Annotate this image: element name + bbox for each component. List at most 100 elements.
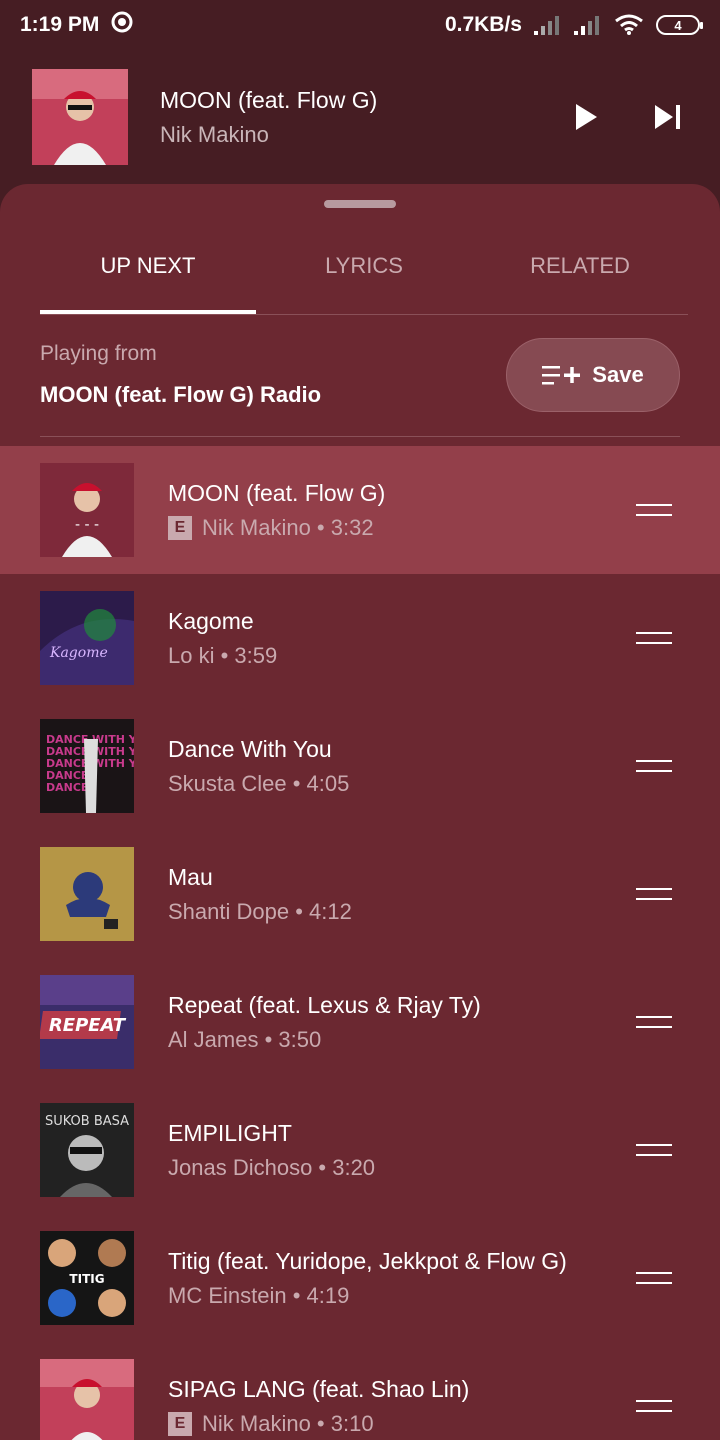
wifi-icon bbox=[614, 14, 644, 36]
track-thumbnail bbox=[40, 1359, 134, 1440]
track-subtitle: Jonas Dichoso • 3:20 bbox=[168, 1155, 636, 1181]
track-text: EMPILIGHT Jonas Dichoso • 3:20 bbox=[168, 1120, 636, 1181]
sheet-drag-handle[interactable] bbox=[324, 200, 396, 208]
status-bar: 1:19 PM 0.7KB/s 4 bbox=[0, 0, 720, 50]
album-art bbox=[32, 69, 128, 165]
svg-text:DANCE: DANCE bbox=[46, 781, 88, 794]
queue-row[interactable]: DANCEDANCEDANCEDANCEDANCEWITH YOUWITH YO… bbox=[0, 702, 720, 830]
now-playing-sheet: UP NEXT LYRICS RELATED Playing from MOON… bbox=[0, 184, 720, 1440]
track-subtitle: E Nik Makino • 3:32 bbox=[168, 515, 636, 541]
drag-handle-icon[interactable] bbox=[636, 1258, 676, 1298]
track-artist-duration: Shanti Dope • 4:12 bbox=[168, 898, 352, 924]
track-artist-duration: Nik Makino • 3:10 bbox=[202, 1410, 374, 1436]
track-thumbnail: DANCEDANCEDANCEDANCEDANCEWITH YOUWITH YO… bbox=[40, 719, 134, 813]
track-thumbnail: REPEAT bbox=[40, 975, 134, 1069]
track-thumbnail bbox=[40, 847, 134, 941]
track-text: Mau Shanti Dope • 4:12 bbox=[168, 864, 636, 925]
queue-row[interactable]: SIPAG LANG (feat. Shao Lin) E Nik Makino… bbox=[0, 1342, 720, 1440]
play-icon bbox=[576, 104, 597, 130]
track-artist-duration: Lo ki • 3:59 bbox=[168, 642, 278, 668]
track-thumbnail: SUKOB BASA bbox=[40, 1103, 134, 1197]
playing-from: Playing from MOON (feat. Flow G) Radio bbox=[40, 342, 321, 408]
track-text: Dance With You Skusta Clee • 4:05 bbox=[168, 736, 636, 797]
track-artist-duration: Nik Makino • 3:32 bbox=[202, 514, 374, 540]
queue-row[interactable]: SUKOB BASA EMPILIGHT Jonas Dichoso • 3:2… bbox=[0, 1086, 720, 1214]
svg-text:SUKOB BASA: SUKOB BASA bbox=[45, 1114, 129, 1129]
track-title: Dance With You bbox=[168, 735, 332, 762]
track-text: Repeat (feat. Lexus & Rjay Ty) Al James … bbox=[168, 992, 636, 1053]
svg-text:REPEAT: REPEAT bbox=[49, 1015, 127, 1036]
network-speed: 0.7KB/s bbox=[444, 13, 522, 36]
status-left: 1:19 PM bbox=[20, 11, 133, 39]
mini-player-text: MOON (feat. Flow G) Nik Makino bbox=[160, 87, 568, 148]
skip-next-button[interactable] bbox=[650, 99, 686, 135]
battery-level: 4 bbox=[674, 17, 682, 33]
track-text: MOON (feat. Flow G) E Nik Makino • 3:32 bbox=[168, 480, 636, 541]
drag-handle-icon[interactable] bbox=[636, 618, 676, 658]
explicit-badge: E bbox=[168, 1411, 192, 1436]
track-artist-duration: Al James • 3:50 bbox=[168, 1026, 322, 1052]
tab-related[interactable]: RELATED bbox=[472, 234, 688, 314]
tab-bar: UP NEXT LYRICS RELATED bbox=[40, 234, 688, 315]
track-subtitle: Shanti Dope • 4:12 bbox=[168, 899, 636, 925]
track-thumbnail: TITIG bbox=[40, 1231, 134, 1325]
svg-text:TITIG: TITIG bbox=[69, 1272, 104, 1286]
svg-text:WITH YOU: WITH YOU bbox=[92, 757, 134, 770]
tab-lyrics[interactable]: LYRICS bbox=[256, 234, 472, 314]
tab-up-next[interactable]: UP NEXT bbox=[40, 234, 256, 314]
track-title: MOON (feat. Flow G) bbox=[168, 479, 386, 506]
track-artist-duration: Skusta Clee • 4:05 bbox=[168, 770, 350, 796]
queue-row[interactable]: Kagome Kagome Lo ki • 3:59 bbox=[0, 574, 720, 702]
queue-row[interactable]: - - - MOON (feat. Flow G) E Nik Makino •… bbox=[0, 446, 720, 574]
track-text: SIPAG LANG (feat. Shao Lin) E Nik Makino… bbox=[168, 1376, 636, 1437]
drag-handle-icon[interactable] bbox=[636, 1002, 676, 1042]
track-text: Titig (feat. Yuridope, Jekkpot & Flow G)… bbox=[168, 1248, 636, 1309]
explicit-badge: E bbox=[168, 515, 192, 540]
playlist-add-icon bbox=[542, 366, 581, 385]
battery-icon: 4 bbox=[656, 15, 703, 35]
save-button-label: Save bbox=[592, 362, 644, 387]
queue-row[interactable]: TITIG Titig (feat. Yuridope, Jekkpot & F… bbox=[0, 1214, 720, 1342]
svg-text:Kagome: Kagome bbox=[49, 645, 108, 661]
track-artist-duration: MC Einstein • 4:19 bbox=[168, 1282, 350, 1308]
track-subtitle: Al James • 3:50 bbox=[168, 1027, 636, 1053]
track-subtitle: Skusta Clee • 4:05 bbox=[168, 771, 636, 797]
svg-text:- - -: - - - bbox=[75, 517, 99, 533]
signal-icon bbox=[534, 15, 562, 35]
drag-handle-icon[interactable] bbox=[636, 490, 676, 530]
drag-handle-icon[interactable] bbox=[636, 746, 676, 786]
queue-row[interactable]: Mau Shanti Dope • 4:12 bbox=[0, 830, 720, 958]
save-button[interactable]: Save bbox=[506, 338, 680, 412]
skip-next-icon bbox=[655, 105, 680, 129]
mini-player-artist: Nik Makino bbox=[160, 121, 269, 147]
mini-player-controls bbox=[568, 99, 686, 135]
signal-icon-2 bbox=[574, 15, 602, 35]
divider bbox=[40, 436, 680, 437]
track-subtitle: E Nik Makino • 3:10 bbox=[168, 1411, 636, 1437]
play-button[interactable] bbox=[568, 99, 604, 135]
playing-from-label: Playing from bbox=[40, 342, 157, 365]
track-title: Titig (feat. Yuridope, Jekkpot & Flow G) bbox=[168, 1247, 567, 1274]
queue-row[interactable]: REPEAT Repeat (feat. Lexus & Rjay Ty) Al… bbox=[0, 958, 720, 1086]
track-title: EMPILIGHT bbox=[168, 1119, 292, 1146]
queue-list: - - - MOON (feat. Flow G) E Nik Makino •… bbox=[0, 446, 720, 1440]
track-title: Kagome bbox=[168, 607, 254, 634]
mini-player-title: MOON (feat. Flow G) bbox=[160, 86, 378, 113]
drag-handle-icon[interactable] bbox=[636, 874, 676, 914]
track-title: Mau bbox=[168, 863, 213, 890]
track-thumbnail: - - - bbox=[40, 463, 134, 557]
drag-handle-icon[interactable] bbox=[636, 1130, 676, 1170]
track-thumbnail: Kagome bbox=[40, 591, 134, 685]
track-subtitle: MC Einstein • 4:19 bbox=[168, 1283, 636, 1309]
status-right: 0.7KB/s 4 bbox=[444, 13, 703, 37]
playing-from-source: MOON (feat. Flow G) Radio bbox=[40, 382, 322, 407]
track-title: Repeat (feat. Lexus & Rjay Ty) bbox=[168, 991, 481, 1018]
track-title: SIPAG LANG (feat. Shao Lin) bbox=[168, 1375, 470, 1402]
drag-handle-icon[interactable] bbox=[636, 1386, 676, 1426]
track-text: Kagome Lo ki • 3:59 bbox=[168, 608, 636, 669]
status-time: 1:19 PM bbox=[20, 13, 100, 36]
mini-player[interactable]: MOON (feat. Flow G) Nik Makino bbox=[0, 62, 720, 172]
track-subtitle: Lo ki • 3:59 bbox=[168, 643, 636, 669]
record-icon bbox=[111, 11, 133, 39]
track-artist-duration: Jonas Dichoso • 3:20 bbox=[168, 1154, 376, 1180]
